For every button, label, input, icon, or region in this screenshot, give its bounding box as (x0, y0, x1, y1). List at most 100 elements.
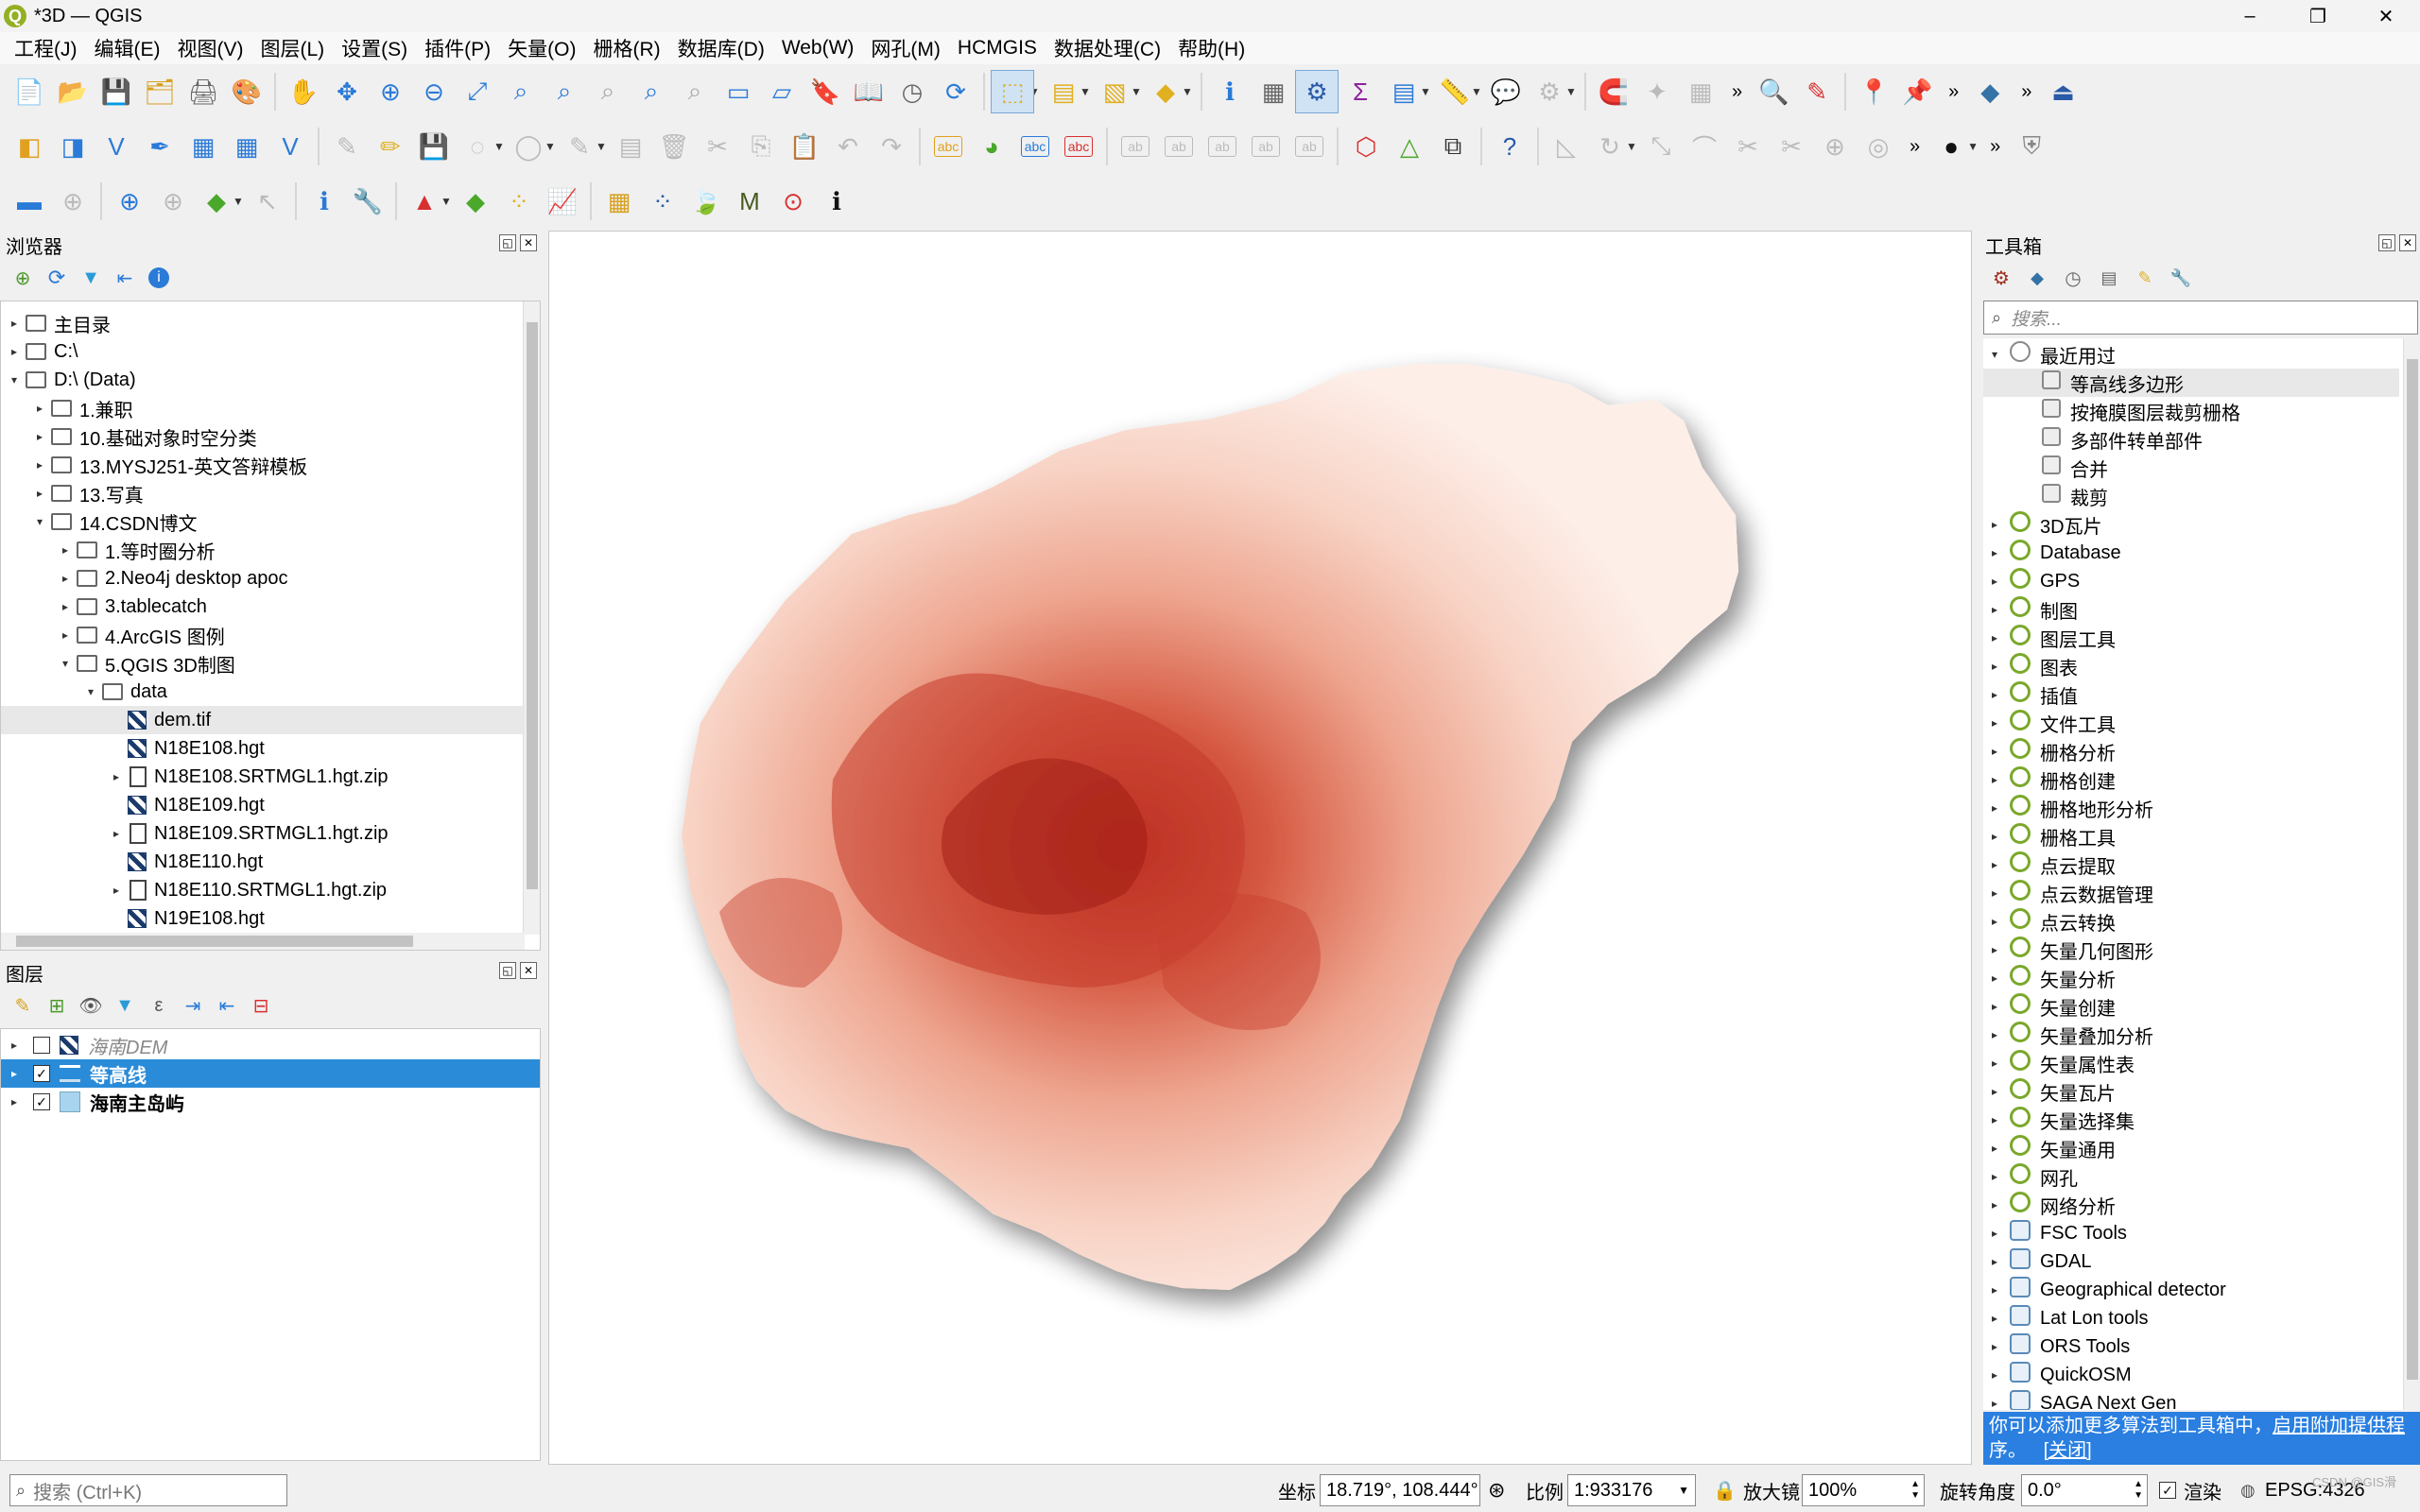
chevron-right-icon[interactable]: ▸ (1987, 1368, 2002, 1382)
browser-item[interactable]: ▸ 1.等时圈分析 (1, 536, 525, 564)
algorithm-group[interactable]: ▸ 图表 (1983, 652, 2399, 680)
chevron-right-icon[interactable]: ▸ (1987, 971, 2002, 985)
algorithm-group[interactable]: ▸ 矢量属性表 (1983, 1049, 2399, 1077)
layer-notes-icon[interactable]: ▬ (8, 180, 51, 223)
add-feature-icon[interactable]: ◌ (456, 125, 499, 168)
cut-features-icon[interactable]: ✂ (696, 125, 739, 168)
label-rotate-icon[interactable]: abc (1057, 125, 1100, 168)
chevron-right-icon[interactable]: ▸ (1987, 1340, 2002, 1353)
visibility-eye-icon[interactable]: 👁 (74, 988, 108, 1022)
algorithm-group[interactable]: ▸ 文件工具 (1983, 709, 2399, 737)
algorithm-group[interactable]: ▸ 点云转换 (1983, 907, 2399, 936)
browser-item[interactable]: N18E108.hgt (1, 734, 525, 763)
chevron-right-icon[interactable]: ▸ (7, 1095, 22, 1108)
points-icon[interactable]: ⁘ (497, 180, 541, 223)
scatter-icon[interactable]: ⁘ (641, 180, 684, 223)
chevron-right-icon[interactable]: ▸ (1987, 1255, 2002, 1268)
provider-group[interactable]: ▸ FSC Tools (1983, 1219, 2399, 1247)
chevron-right-icon[interactable]: ▸ (1987, 631, 2002, 644)
toggle-extents-icon[interactable]: ⊛ (1488, 1478, 1505, 1503)
chevron-right-icon[interactable]: ▸ (1987, 1227, 2002, 1240)
chevron-right-icon[interactable]: ▸ (1987, 773, 2002, 786)
chevron-down-icon[interactable]: ▾ (7, 373, 22, 387)
menu-item[interactable]: 数据处理(C) (1046, 34, 1169, 62)
maximize-button[interactable]: ❐ (2284, 0, 2352, 32)
chevron-right-icon[interactable]: ▸ (7, 1039, 22, 1052)
algorithm-group[interactable]: ▸ 矢量通用 (1983, 1134, 2399, 1162)
leaf-icon[interactable]: 🍃 (684, 180, 728, 223)
open-project-icon[interactable]: 📂 (51, 70, 95, 113)
toolbox-tree[interactable]: ▾ 最近用过 等高线多边形 按掩膜图层裁剪栅格 多部件转单部件 合并 裁剪 ▸ 3D瓦片 ▸ Dat… (1983, 338, 2420, 1410)
algorithm-group[interactable]: ▸ 矢量分析 (1983, 964, 2399, 992)
provider-group[interactable]: ▸ Lat Lon tools (1983, 1304, 2399, 1332)
chevron-right-icon[interactable]: ▸ (1987, 915, 2002, 928)
browser-item[interactable]: ▸ 13.MYSJ251-英文答辩模板 (1, 451, 525, 479)
redo-icon[interactable]: ↷ (870, 125, 913, 168)
georef-icon[interactable]: 📍 (1852, 70, 1895, 113)
add-selected-icon[interactable]: ⊕ (6, 261, 40, 295)
chevron-right-icon[interactable]: ▸ (1987, 1142, 2002, 1155)
browser-item[interactable]: ▸ N18E109.SRTMGL1.hgt.zip (1, 819, 525, 848)
info-black-icon[interactable]: ℹ (815, 180, 858, 223)
snapping-magnet-icon[interactable]: 🧲 (1592, 70, 1635, 113)
add-group-icon[interactable]: ⊞ (40, 988, 74, 1022)
algorithm-group[interactable]: ▸ GPS (1983, 567, 2399, 595)
save-project-icon[interactable]: 💾 (95, 70, 138, 113)
geometry-icon[interactable]: ◆ (454, 180, 497, 223)
zoom-next-icon[interactable]: ⌕ (673, 70, 717, 113)
menu-item[interactable]: Web(W) (773, 37, 863, 60)
chevron-right-icon[interactable]: ▸ (1987, 943, 2002, 956)
chevron-right-icon[interactable]: ▸ (1987, 1113, 2002, 1126)
filter-icon[interactable]: ▼ (74, 261, 108, 295)
close-panel-icon[interactable]: ✕ (520, 962, 537, 979)
save-edits-icon[interactable]: 💾 (412, 125, 456, 168)
algorithm-group[interactable]: ▸ 矢量几何图形 (1983, 936, 2399, 964)
browser-item[interactable]: ▾ D:\ (Data) (1, 366, 525, 394)
chevron-right-icon[interactable]: ▸ (1987, 830, 2002, 843)
digitize-icon[interactable]: ✦ (1635, 70, 1679, 113)
add-wfs-icon[interactable]: ▦ (225, 125, 268, 168)
algorithm-group[interactable]: ▸ 点云提取 (1983, 850, 2399, 879)
coordinate-field[interactable]: 18.719°, 108.444° (1320, 1474, 1480, 1506)
undo-icon[interactable]: ↶ (826, 125, 870, 168)
magnifier-field[interactable]: 100% ▲ ▼ (1802, 1474, 1925, 1506)
browser-vertical-scrollbar[interactable] (523, 301, 540, 935)
menu-item[interactable]: 网孔(M) (862, 34, 948, 62)
print-layout-icon[interactable]: 🖨 (182, 70, 225, 113)
algorithm-group[interactable]: ▸ 网络分析 (1983, 1191, 2399, 1219)
layer-row[interactable]: ▸ ✓ 海南主岛屿 (1, 1088, 540, 1116)
chevron-right-icon[interactable]: ▸ (1987, 603, 2002, 616)
processing-toolbox-icon[interactable]: ⚙ (1295, 70, 1339, 113)
advanced-digitize-icon[interactable]: ▦ (1679, 70, 1722, 113)
label-property-icon[interactable]: ab (1288, 125, 1331, 168)
reposition-icon[interactable]: ⊕ (51, 180, 95, 223)
new-project-icon[interactable]: 📄 (8, 70, 51, 113)
algorithm-group[interactable]: ▸ 矢量瓦片 (1983, 1077, 2399, 1106)
menu-item[interactable]: 帮助(H) (1169, 34, 1253, 62)
chevron-down-icon[interactable]: ▾ (32, 515, 47, 528)
browser-horizontal-scrollbar[interactable] (1, 933, 525, 950)
browser-item[interactable]: ▾ 5.QGIS 3D制图 (1, 649, 525, 678)
grid-icon[interactable]: ▦ (597, 180, 641, 223)
zoom-out-icon[interactable]: ⊖ (412, 70, 456, 113)
chevron-down-icon[interactable]: ▾ (58, 657, 73, 670)
chevron-right-icon[interactable]: ▸ (1987, 546, 2002, 559)
results-viewer-icon[interactable]: ▤ (2091, 261, 2127, 295)
chevron-right-icon[interactable]: ▸ (32, 458, 47, 472)
deselect-icon[interactable]: ▧ (1093, 70, 1136, 113)
paste-features-icon[interactable]: 📋 (783, 125, 826, 168)
float-panel-icon[interactable]: ◱ (499, 962, 516, 979)
menu-item[interactable]: 设置(S) (333, 34, 416, 62)
data-source-manager-icon[interactable]: ◧ (8, 125, 51, 168)
properties-info-icon[interactable]: i (142, 261, 176, 295)
zoom-full-icon[interactable]: ⤢ (456, 70, 499, 113)
delete-selected-icon[interactable]: 🗑 (652, 125, 696, 168)
toggle-editing-icon[interactable]: ✏ (369, 125, 412, 168)
options-wrench-icon[interactable]: 🔧 (2163, 261, 2199, 295)
algorithm-group[interactable]: ▸ 网孔 (1983, 1162, 2399, 1191)
add-vector-icon[interactable]: ◨ (51, 125, 95, 168)
zoom-layer-icon[interactable]: ⌕ (543, 70, 586, 113)
menu-item[interactable]: 编辑(E) (86, 34, 169, 62)
layer-row[interactable]: ▸ ✓ 等高线 (1, 1059, 540, 1088)
pin-icon[interactable]: 📌 (1895, 70, 1939, 113)
